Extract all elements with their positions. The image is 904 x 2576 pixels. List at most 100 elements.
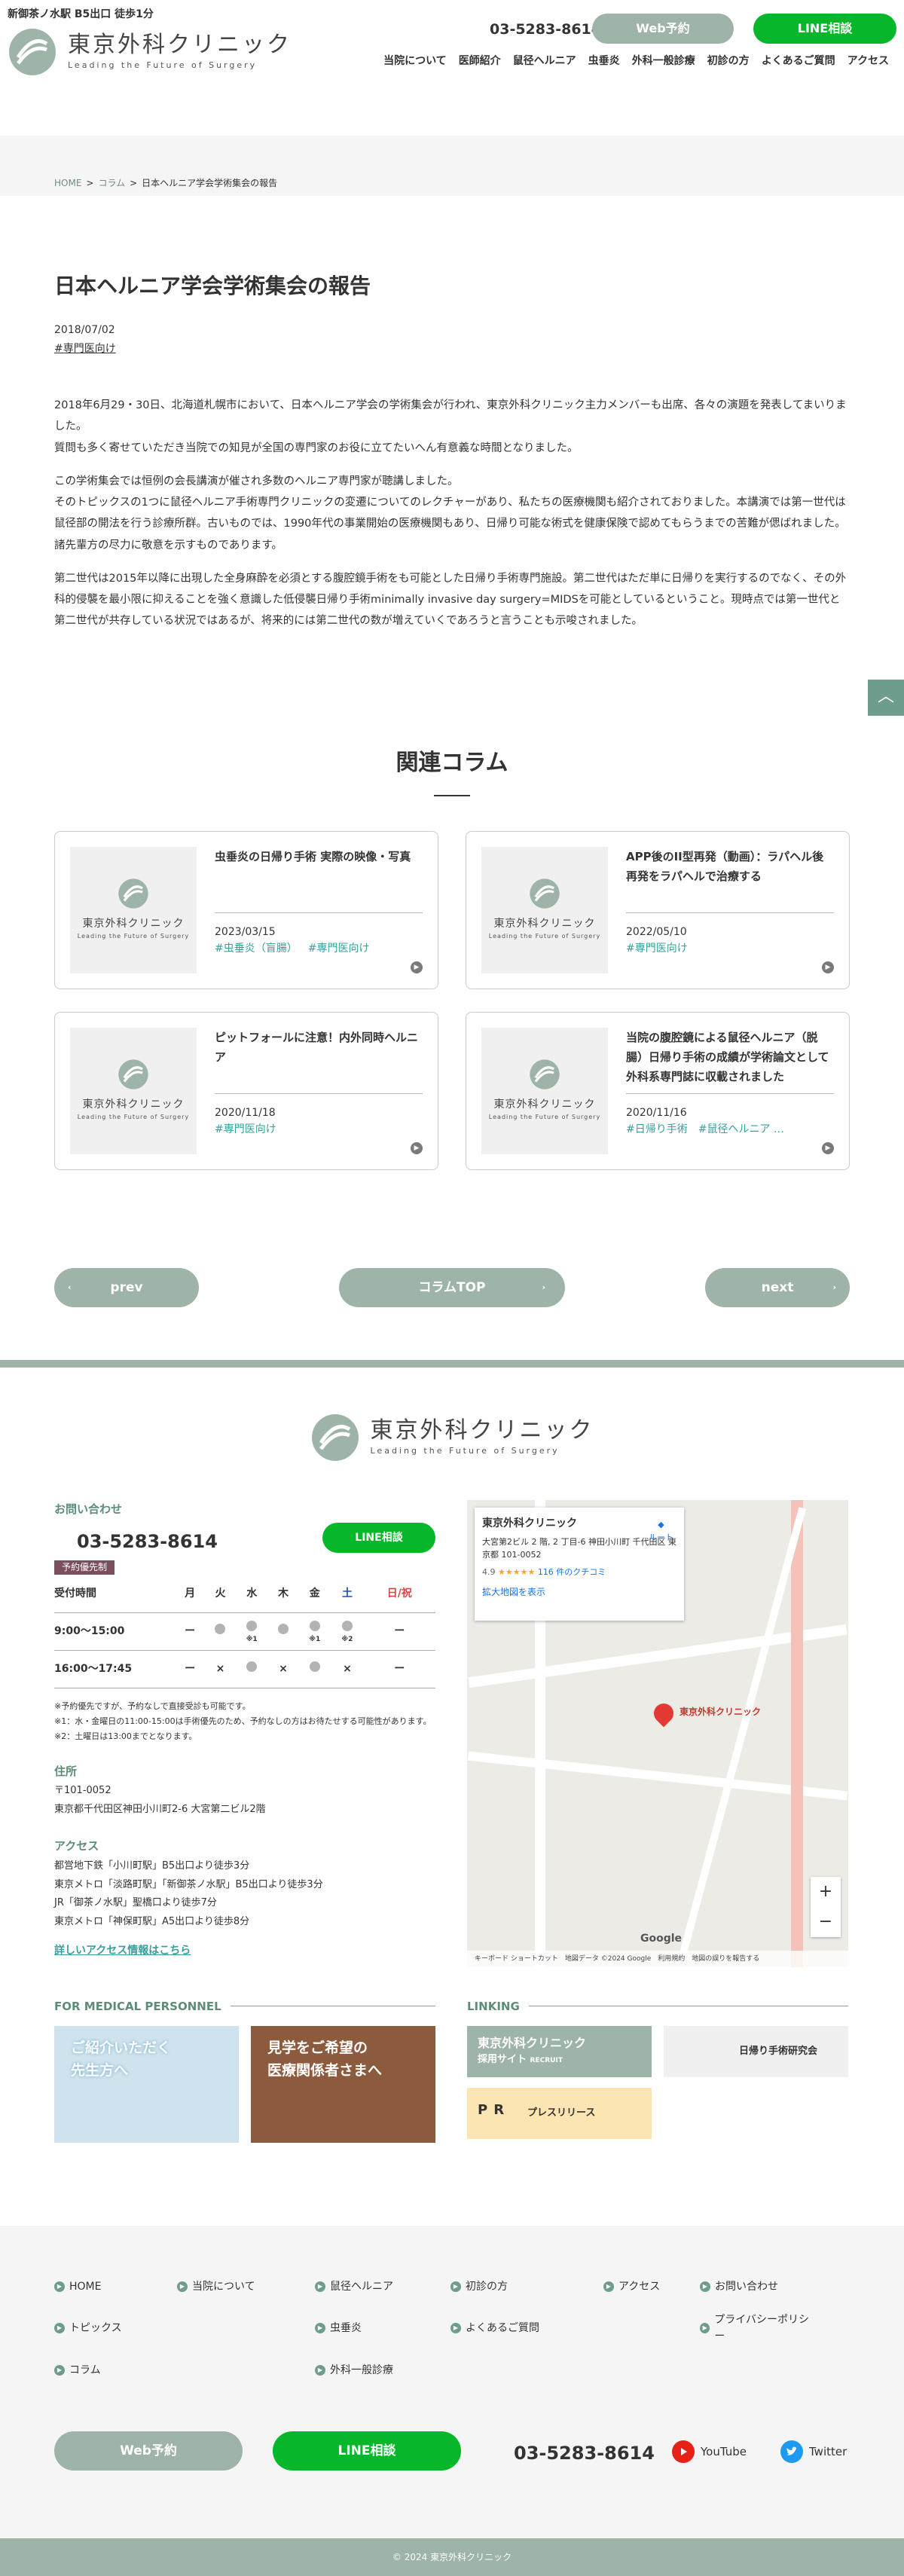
- logo-mark-icon: [118, 1059, 148, 1089]
- map-route-button[interactable]: ◆ ルート: [649, 1518, 673, 1545]
- twitter-link[interactable]: Twitter: [780, 2440, 847, 2464]
- card-tag[interactable]: #鼠径ヘルニア …: [698, 1121, 784, 1138]
- footer-nav-label: よくあるご質問: [466, 2322, 539, 2335]
- recruit-title: 東京外科クリニック: [478, 2035, 587, 2050]
- nav-access[interactable]: アクセス: [848, 53, 889, 69]
- zoom-out-button[interactable]: −: [811, 1907, 841, 1937]
- breadcrumb-home[interactable]: HOME: [54, 176, 81, 191]
- card-tag[interactable]: #専門医向け: [215, 1121, 276, 1138]
- google-map[interactable]: 東京外科クリニック 大宮第2ビル 2 階, 2 丁目-6 神田小川町 千代田区 …: [467, 1499, 848, 1967]
- footer-nav-item[interactable]: ▶ 虫垂炎: [315, 2312, 450, 2345]
- footer-nav-item[interactable]: ▶ プライバシーポリシー: [700, 2312, 814, 2345]
- footer-nav-item[interactable]: ▶ よくあるご質問: [450, 2312, 603, 2345]
- post-tag[interactable]: #専門医向け: [54, 343, 116, 355]
- footer-nav-item[interactable]: ▶ コラム: [54, 2362, 177, 2379]
- nav-faq[interactable]: よくあるご質問: [762, 53, 835, 69]
- footer-web-reserve-button[interactable]: Web予約: [54, 2431, 243, 2471]
- directions-icon: ◆: [658, 1519, 664, 1529]
- web-reserve-button[interactable]: Web予約: [592, 14, 734, 44]
- chevron-right-icon: ›: [832, 1282, 836, 1292]
- footer-nav-item[interactable]: ▶ アクセス: [603, 2278, 700, 2295]
- referring-doctors-banner[interactable]: ご紹介いただく 先生方へ: [54, 2025, 239, 2143]
- prev-button[interactable]: ‹ prev: [54, 1267, 199, 1307]
- chevron-right-icon: ▶: [700, 2281, 710, 2292]
- related-card[interactable]: 東京外科クリニック Leading the Future of Surgery …: [54, 1011, 438, 1170]
- breadcrumb-bar: HOME > コラム > 日本ヘルニア学会学術集会の報告: [0, 136, 904, 196]
- map-enlarge-link[interactable]: 拡大地図を表示: [482, 1585, 676, 1600]
- nav-general-surgery[interactable]: 外科一般診療: [632, 53, 695, 69]
- access-line: 都営地下鉄「小川町駅」B5出口より徒歩3分: [54, 1859, 250, 1872]
- footer-nav-item[interactable]: ▶ 当院について: [177, 2278, 315, 2295]
- footer-logo[interactable]: 東京外科クリニック Leading the Future of Surgery: [0, 1413, 904, 1462]
- nav-appendicitis[interactable]: 虫垂炎: [588, 53, 620, 69]
- nav-doctors[interactable]: 医師紹介: [459, 53, 501, 69]
- map-reviews-link[interactable]: 116 件のクチコミ: [538, 1567, 606, 1577]
- line-consult-button[interactable]: LINE相談: [753, 14, 896, 44]
- header-phone[interactable]: 03-5283-8614: [490, 18, 601, 41]
- related-card[interactable]: 東京外科クリニック Leading the Future of Surgery …: [54, 830, 438, 989]
- related-card[interactable]: 東京外科クリニック Leading the Future of Surgery …: [466, 1011, 850, 1170]
- footer-phone[interactable]: 03-5283-8614: [77, 1527, 218, 1556]
- schedule-cell: ー: [363, 1612, 435, 1652]
- press-release-link[interactable]: PR プレスリリース: [467, 2087, 652, 2139]
- map-place-address: 大宮第2ビル 2 階, 2 丁目-6 神田小川町 千代田区 東京都 101-00…: [482, 1537, 676, 1560]
- footer-nav-item[interactable]: ▶ HOME: [54, 2278, 177, 2295]
- nav-about[interactable]: 当院について: [383, 53, 447, 69]
- youtube-icon: [672, 2440, 695, 2464]
- footer-nav-item[interactable]: ▶ 鼠径ヘルニア: [315, 2278, 450, 2295]
- linking-section: LINKING 東京外科クリニック 採用サイト RECRUIT 日帰り手術研究会…: [467, 1997, 848, 2143]
- recruit-subtitle: 採用サイト: [478, 2054, 527, 2066]
- access-detail-link[interactable]: 詳しいアクセス情報はこちら: [54, 1941, 435, 1961]
- footer-nav-item[interactable]: ▶ トピックス: [54, 2312, 177, 2345]
- page-top-button[interactable]: ︿: [868, 680, 904, 716]
- related-card[interactable]: 東京外科クリニック Leading the Future of Surgery …: [466, 830, 850, 989]
- table-row: 9:00〜15:00 ー ※1 ※1 ※2 ー: [54, 1612, 435, 1652]
- chevron-right-icon: ▶: [822, 961, 834, 973]
- schedule-note: ※2：土曜日は13:00までとなります。: [54, 1731, 197, 1741]
- recruit-link[interactable]: 東京外科クリニック 採用サイト RECRUIT: [467, 2025, 652, 2077]
- youtube-link[interactable]: YouTube: [672, 2440, 747, 2464]
- next-button[interactable]: next ›: [705, 1267, 850, 1307]
- breadcrumb-column[interactable]: コラム: [98, 176, 125, 191]
- nav-hernia[interactable]: 鼠径ヘルニア: [513, 53, 576, 69]
- article-paragraph: 第二世代は2015年以降に出現した全身麻酔を必須とする腹腔鏡手術をも可能とした日…: [54, 572, 847, 628]
- footer-info: お問い合わせ 03-5283-8614 LINE相談 予約優先制 受付時間 月 …: [54, 1500, 435, 1967]
- zoom-in-button[interactable]: +: [811, 1877, 841, 1907]
- visitors-banner[interactable]: 見学をご希望の 医療関係者さまへ: [251, 2025, 435, 2143]
- research-link[interactable]: 日帰り手術研究会: [664, 2025, 848, 2077]
- footer-nav-item[interactable]: ▶ 初診の方: [450, 2278, 603, 2295]
- footer-line-button[interactable]: LINE相談: [273, 2431, 461, 2471]
- card-title: 当院の腹腔鏡による鼠径ヘルニア（脱腸）日帰り手術の成績が学術論文として外科系専門…: [626, 1028, 834, 1094]
- postal-code: 〒101-0052: [54, 1785, 111, 1797]
- footer-nav-label: 虫垂炎: [330, 2322, 362, 2335]
- thumb-title: 東京外科クリニック: [82, 918, 185, 930]
- schedule-note: ※1: [246, 1636, 258, 1644]
- nav-first-visit[interactable]: 初診の方: [707, 53, 750, 69]
- map-attribution[interactable]: キーボード ショートカット 地図データ ©2024 Google 利用規約 地図…: [467, 1950, 848, 1967]
- card-tag[interactable]: #日帰り手術: [626, 1121, 688, 1138]
- chevron-left-icon: ‹: [68, 1282, 72, 1292]
- open-dot-icon: [309, 1620, 320, 1631]
- schedule-table: 受付時間 月 火 水 木 金 土 日/祝 9:00〜15:00 ー ※1 ※1: [54, 1575, 435, 1689]
- chevron-up-icon: ︿: [877, 687, 894, 706]
- banner-label: ご紹介いただく 先生方へ: [71, 2039, 172, 2079]
- pr-icon: PR: [478, 2101, 511, 2118]
- card-tag[interactable]: #虫垂炎（盲腸）: [215, 940, 298, 957]
- schedule-cell: ×: [267, 1650, 299, 1689]
- footer-nav-item[interactable]: ▶ お問い合わせ: [700, 2278, 814, 2295]
- breadcrumb-separator: >: [86, 178, 94, 188]
- related-card-list: 東京外科クリニック Leading the Future of Surgery …: [54, 830, 850, 1170]
- column-top-button[interactable]: コラムTOP ›: [339, 1267, 565, 1307]
- copyright: © 2024 東京外科クリニック: [0, 2538, 904, 2576]
- card-tag[interactable]: #専門医向け: [626, 940, 688, 957]
- footer-cta-phone[interactable]: 03-5283-8614: [514, 2439, 655, 2468]
- schedule-cell: [298, 1650, 331, 1689]
- footer-line-button[interactable]: LINE相談: [322, 1522, 435, 1553]
- schedule-header: 水: [235, 1575, 268, 1614]
- chevron-right-icon: ▶: [700, 2323, 710, 2334]
- map-pin-icon[interactable]: [649, 1699, 678, 1728]
- site-logo[interactable]: 東京外科クリニック Leading the Future of Surgery: [8, 27, 292, 77]
- footer-nav-item[interactable]: ▶ 外科一般診療: [315, 2362, 450, 2379]
- card-tag[interactable]: #専門医向け: [308, 940, 370, 957]
- map-route-label: ルート: [649, 1532, 673, 1543]
